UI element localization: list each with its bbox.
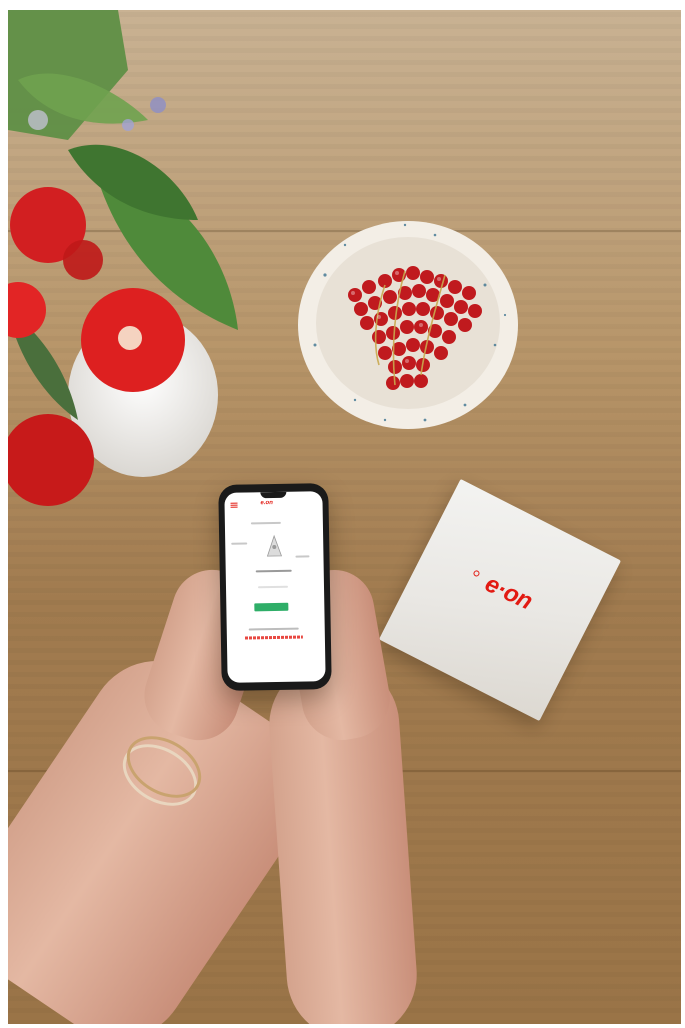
phone-notch	[260, 491, 287, 499]
router-brand-logo: e·on	[480, 570, 537, 616]
app-logo: e.on	[260, 500, 273, 507]
bowl-of-red-currants	[298, 221, 518, 429]
flower-vase-plant	[8, 10, 238, 506]
router-indicator-dot	[472, 569, 481, 578]
purple-flower	[28, 110, 48, 130]
wooden-table-background: e·on e.on	[8, 10, 681, 1024]
smartphone: e.on	[218, 483, 332, 691]
app-text-line	[255, 569, 292, 573]
red-flower-center	[118, 326, 142, 350]
app-text-line	[250, 521, 281, 525]
photo-frame: e·on e.on	[0, 0, 685, 1028]
purple-flower	[122, 119, 134, 131]
purple-flower	[150, 97, 166, 113]
menu-icon	[230, 502, 238, 508]
app-link	[244, 635, 303, 640]
app-header: e.on	[230, 499, 316, 510]
router-illustration-icon	[266, 534, 283, 557]
red-flower	[8, 282, 46, 338]
app-text-line	[257, 585, 289, 589]
app-text-line	[295, 555, 310, 558]
app-text-line	[231, 542, 248, 545]
app-text-line	[248, 627, 299, 631]
phone-screen: e.on	[224, 491, 326, 683]
app-primary-button	[254, 602, 289, 612]
red-flower	[63, 240, 103, 280]
